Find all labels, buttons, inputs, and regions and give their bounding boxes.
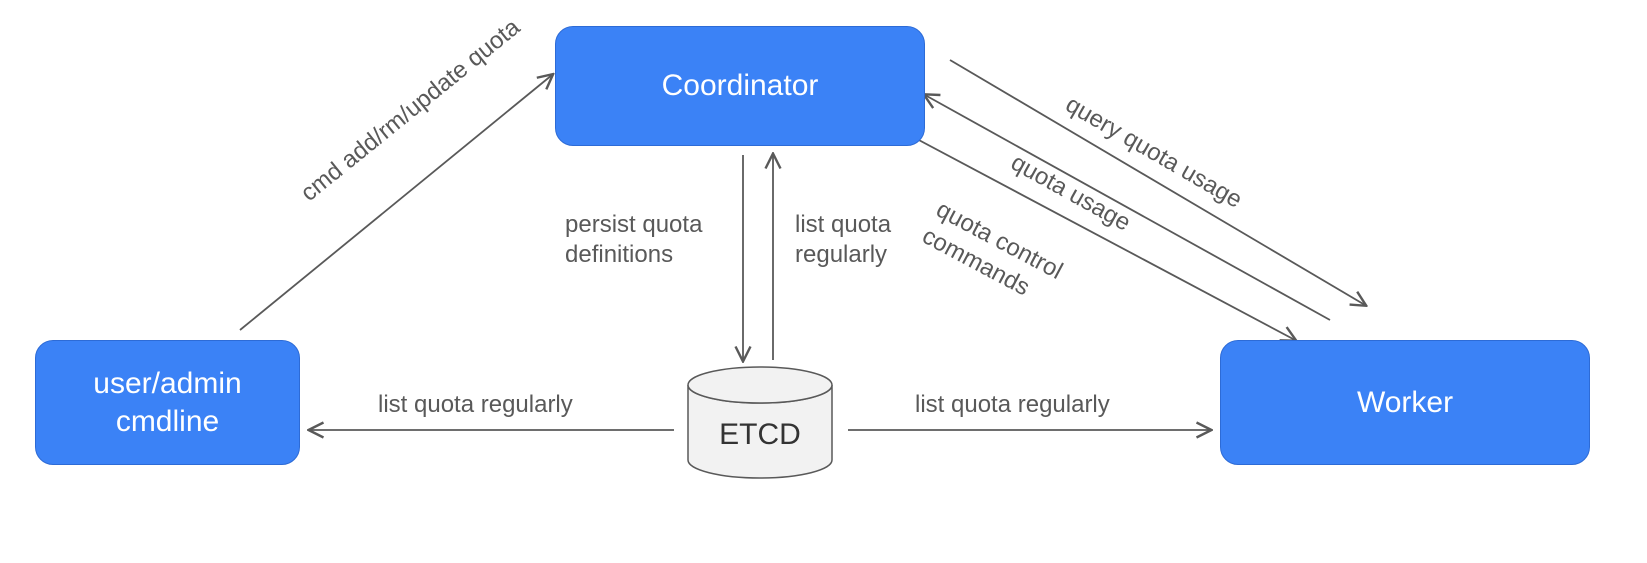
edge-label-coord-etcd-up: list quota regularly	[795, 210, 891, 270]
edge-label-coord-worker-ctrl: quota control commands	[917, 195, 1068, 313]
cmdline-node: user/admin cmdline	[35, 340, 300, 465]
cmdline-label: user/admin cmdline	[93, 365, 241, 440]
worker-node: Worker	[1220, 340, 1590, 465]
coordinator-label: Coordinator	[662, 67, 819, 105]
edge-label-etcd-to-worker: list quota regularly	[915, 390, 1110, 420]
edge-label-coord-worker-usage: quota usage	[1005, 148, 1135, 238]
coordinator-node: Coordinator	[555, 26, 925, 146]
worker-label: Worker	[1357, 384, 1453, 422]
edge-label-cmd-to-coord: cmd add/rm/update quota	[295, 13, 526, 208]
edge-label-etcd-to-cmdline: list quota regularly	[378, 390, 573, 420]
edge-label-coord-etcd-down: persist quota definitions	[565, 210, 702, 270]
etcd-label: ETCD	[713, 418, 807, 452]
